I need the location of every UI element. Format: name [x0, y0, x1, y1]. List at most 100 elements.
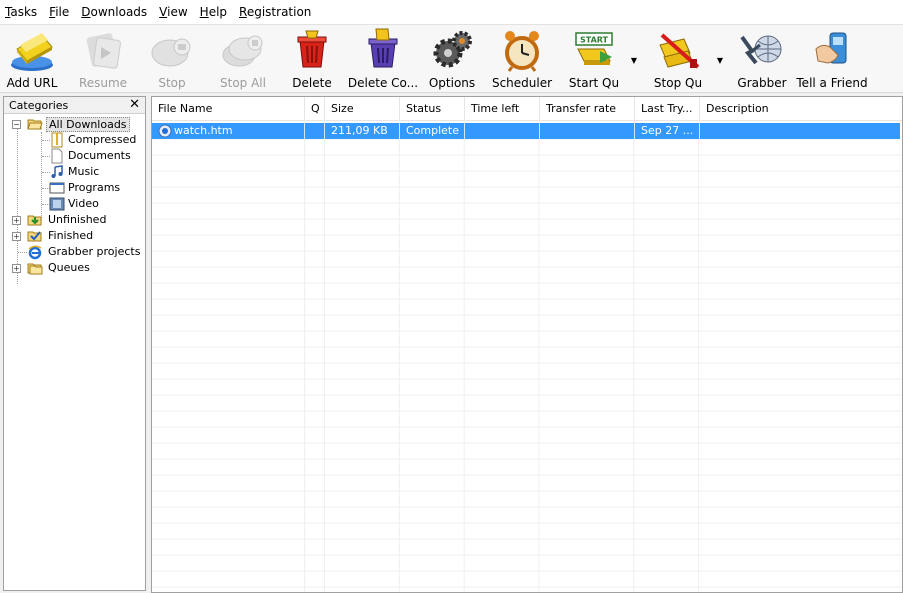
- tree-label-programs: Programs: [68, 181, 121, 194]
- tree-item-programs[interactable]: Programs: [4, 180, 145, 196]
- tree-label-finished: Finished: [48, 229, 94, 242]
- expand-icon[interactable]: +: [12, 216, 21, 225]
- stop-queue-button[interactable]: Stop Qu: [650, 25, 706, 91]
- column-header-status[interactable]: Status: [400, 97, 465, 121]
- grabber-label: Grabber: [737, 76, 787, 90]
- web-page-icon: [158, 124, 172, 138]
- menu-view-mnemonic: V: [159, 4, 168, 19]
- start-queue-icon: START: [575, 32, 613, 65]
- open-folder-icon: [27, 119, 43, 130]
- scheduler-button[interactable]: Scheduler: [492, 25, 552, 91]
- categories-title: Categories: [9, 98, 69, 112]
- column-header-transfer-rate[interactable]: Transfer rate: [540, 97, 635, 121]
- menu-registration-mnemonic: R: [239, 4, 247, 19]
- tree-item-video[interactable]: Video: [4, 196, 145, 212]
- tell-a-friend-button[interactable]: Tell a Friend: [796, 25, 868, 91]
- categories-header: Categories ✕: [4, 97, 145, 114]
- tree-item-unfinished[interactable]: + Unfinished: [4, 212, 145, 228]
- grid-lines: [152, 139, 902, 592]
- tree-label-music: Music: [68, 165, 100, 178]
- film-strip-icon: [49, 197, 65, 211]
- delete-button[interactable]: Delete: [289, 25, 335, 91]
- cell-description: [700, 123, 900, 139]
- delete-label: Delete: [292, 76, 332, 90]
- menu-downloads-label: ownloads: [90, 4, 148, 19]
- delete-icon: [297, 30, 327, 68]
- tree-label-unfinished: Unfinished: [48, 213, 107, 226]
- tree-label-video: Video: [68, 197, 99, 210]
- start-queue-dropdown-arrow[interactable]: ▼: [629, 55, 639, 65]
- phone-hand-icon: [815, 32, 847, 64]
- tree-item-all-downloads[interactable]: − All Downloads: [4, 116, 145, 132]
- stop-queue-icon: [659, 33, 700, 69]
- column-header-size[interactable]: Size: [325, 97, 400, 121]
- column-header-time-left[interactable]: Time left: [465, 97, 540, 121]
- tree-item-music[interactable]: Music: [4, 164, 145, 180]
- menu-view[interactable]: View: [153, 0, 193, 25]
- column-header-file-name[interactable]: File Name: [152, 97, 305, 121]
- expand-icon[interactable]: +: [12, 264, 21, 273]
- stop-icon: [151, 38, 191, 67]
- stop-queue-label: Stop Qu: [653, 76, 703, 90]
- menu-registration[interactable]: Registration: [233, 0, 317, 25]
- music-note-icon: [51, 165, 63, 178]
- grabber-button[interactable]: Grabber: [736, 25, 788, 91]
- list-header: File Name Q Size Status Time left Transf…: [152, 97, 902, 121]
- ie-logo-icon: [28, 245, 42, 260]
- cell-last-try: Sep 27 ...: [635, 123, 700, 139]
- start-queue-button[interactable]: START Start Qu: [566, 25, 622, 91]
- menu-file[interactable]: File: [43, 0, 75, 25]
- column-header-description[interactable]: Description: [700, 97, 902, 121]
- stop-queue-dropdown-arrow[interactable]: ▼: [715, 55, 725, 65]
- column-header-q[interactable]: Q: [305, 97, 325, 121]
- tell-a-friend-label: Tell a Friend: [796, 76, 868, 90]
- options-label: Options: [428, 76, 476, 90]
- resume-label: Resume: [78, 76, 128, 90]
- cell-size: 211,09 KB: [325, 123, 400, 139]
- add-url-label: Add URL: [6, 76, 58, 90]
- tree-label-all-downloads: All Downloads: [46, 117, 130, 132]
- document-icon: [51, 148, 63, 164]
- tree-item-compressed[interactable]: Compressed: [4, 132, 145, 148]
- queues-folder-icon: [27, 263, 43, 275]
- add-url-icon: [11, 33, 53, 71]
- menu-help-mnemonic: H: [199, 4, 209, 19]
- stop-all-icon: [222, 35, 263, 67]
- file-name-text: watch.htm: [174, 124, 233, 137]
- options-button[interactable]: Options: [428, 25, 476, 91]
- stop-all-button[interactable]: Stop All: [215, 25, 271, 91]
- toolbar: Add URL Resume Stop Stop All Delete Dele…: [0, 25, 903, 93]
- unfinished-folder-icon: [27, 215, 42, 226]
- stop-button[interactable]: Stop: [146, 25, 198, 91]
- menu-help[interactable]: Help: [194, 0, 233, 25]
- tree-label-compressed: Compressed: [68, 133, 137, 146]
- resume-button[interactable]: Resume: [76, 25, 130, 91]
- tree-item-queues[interactable]: + Queues: [4, 260, 145, 276]
- menu-tasks[interactable]: Tasks: [0, 0, 43, 25]
- downloads-list: File Name Q Size Status Time left Transf…: [151, 96, 903, 593]
- expand-icon[interactable]: +: [12, 232, 21, 241]
- menu-registration-label: egistration: [246, 4, 312, 19]
- start-queue-label: Start Qu: [568, 76, 620, 90]
- tree-item-documents[interactable]: Documents: [4, 148, 145, 164]
- column-header-last-try[interactable]: Last Try...: [635, 97, 700, 121]
- cell-transfer-rate: [540, 123, 635, 139]
- cell-status: Complete: [400, 123, 465, 139]
- categories-panel: Categories ✕ − All Downloads Compressed …: [3, 96, 146, 591]
- tree-item-finished[interactable]: + Finished: [4, 228, 145, 244]
- collapse-icon[interactable]: −: [12, 120, 21, 129]
- table-row[interactable]: watch.htm 211,09 KB Complete Sep 27 ...: [152, 123, 902, 139]
- delete-completed-button[interactable]: Delete Co...: [347, 25, 419, 91]
- tree-item-grabber-projects[interactable]: Grabber projects: [4, 244, 145, 260]
- program-window-icon: [49, 182, 65, 194]
- stop-label: Stop: [158, 76, 186, 90]
- add-url-button[interactable]: Add URL: [4, 25, 60, 91]
- tree-label-queues: Queues: [48, 261, 90, 274]
- resume-icon: [86, 33, 121, 69]
- cell-file-name: watch.htm: [152, 123, 305, 139]
- menu-bar: Tasks File Downloads View Help Registrat…: [0, 0, 903, 25]
- menu-help-label: elp: [208, 4, 228, 19]
- delete-completed-label: Delete Co...: [347, 76, 419, 90]
- menu-downloads[interactable]: Downloads: [75, 0, 153, 25]
- close-icon[interactable]: ✕: [129, 98, 140, 112]
